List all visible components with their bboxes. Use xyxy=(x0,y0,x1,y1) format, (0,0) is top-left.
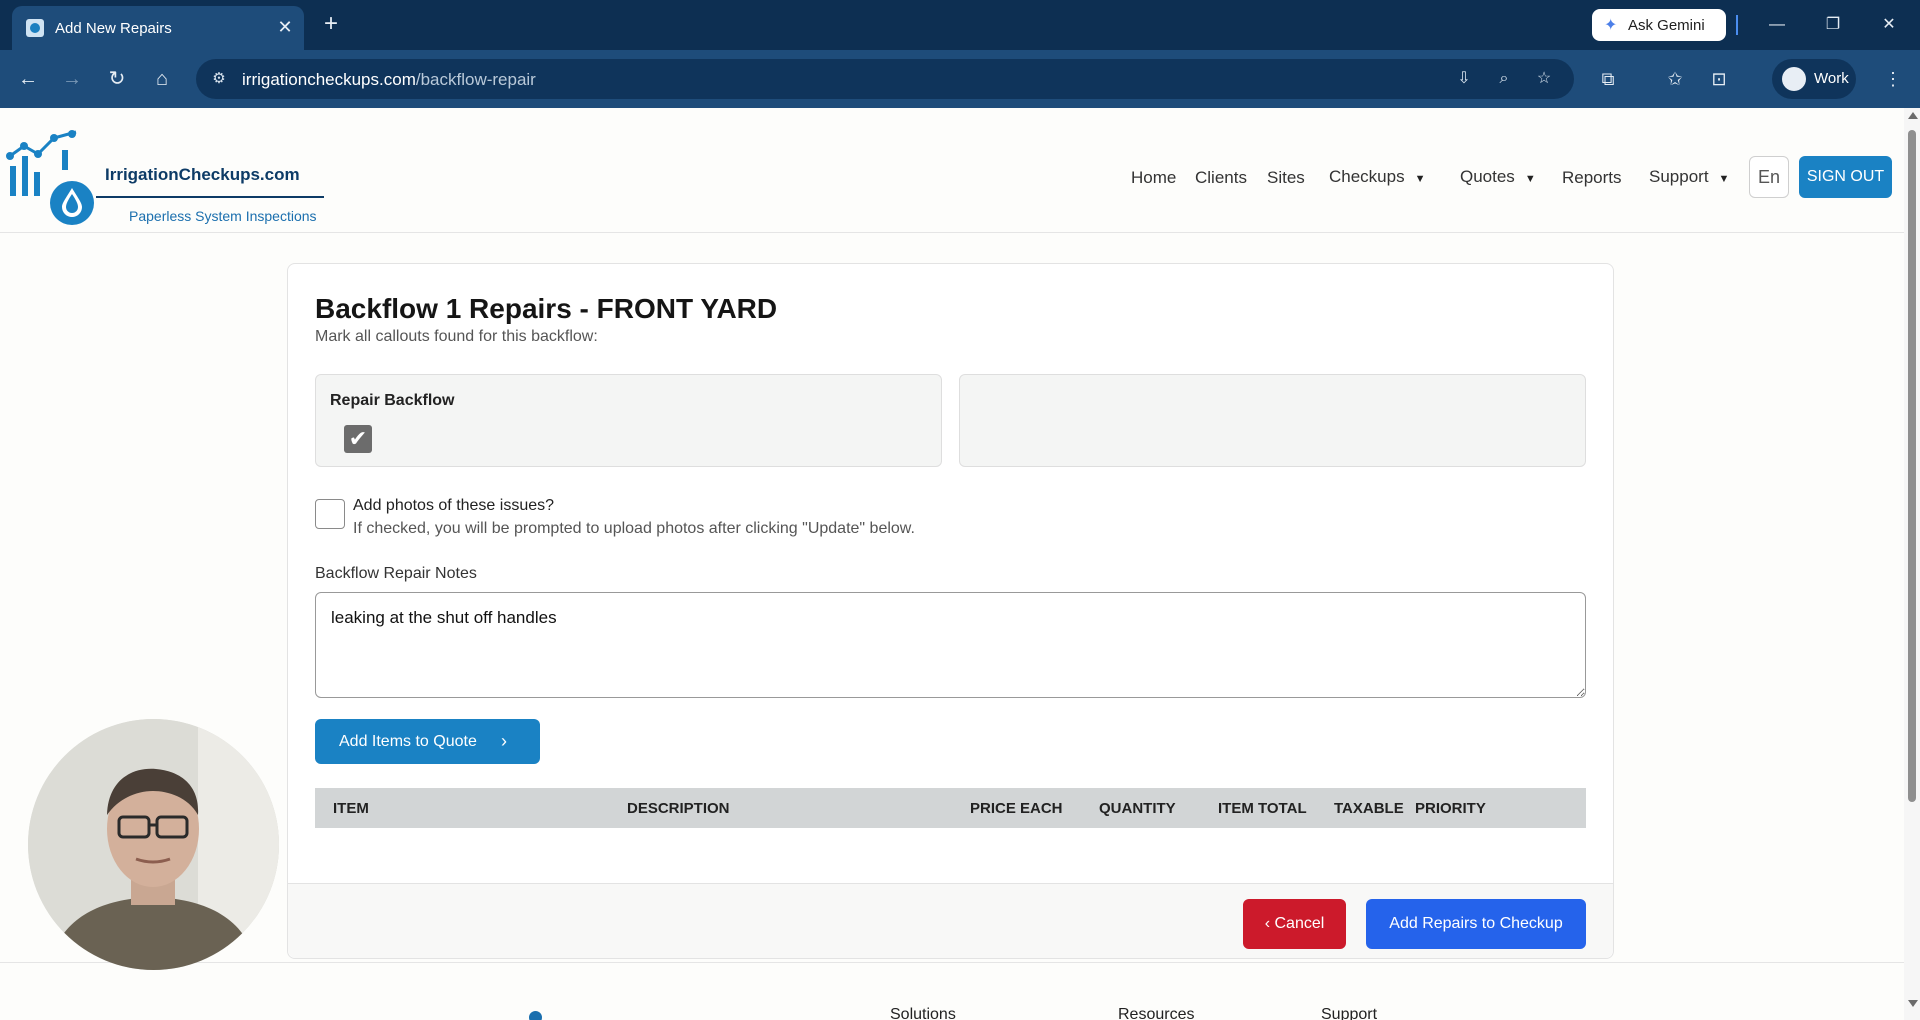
ask-gemini-label: Ask Gemini xyxy=(1628,17,1705,34)
nav-support[interactable]: Support ▼ xyxy=(1649,167,1729,187)
footer-logo-icon xyxy=(529,1011,542,1020)
column-header-quantity: QUANTITY xyxy=(1099,800,1176,817)
chevron-down-icon: ▼ xyxy=(1524,173,1536,185)
column-header-description: DESCRIPTION xyxy=(627,800,730,817)
nav-home[interactable]: Home xyxy=(1131,168,1176,188)
add-repairs-to-checkup-button[interactable]: Add Repairs to Checkup xyxy=(1366,899,1586,949)
checkmark-icon[interactable]: ✔ xyxy=(344,425,372,453)
add-photos-checkbox[interactable] xyxy=(315,499,345,529)
reload-icon[interactable]: ↻ xyxy=(102,64,132,94)
address-bar[interactable]: ⚙ irrigationcheckups.com/backflow-repair… xyxy=(196,59,1574,99)
nav-clients[interactable]: Clients xyxy=(1195,168,1247,188)
install-app-icon[interactable]: ⇩ xyxy=(1453,68,1475,90)
browser-menu-icon[interactable]: ⋮ xyxy=(1878,64,1908,94)
column-header-priority: PRIORITY xyxy=(1415,800,1486,817)
sign-out-button[interactable]: SIGN OUT xyxy=(1799,156,1892,198)
tab-title: Add New Repairs xyxy=(55,20,172,37)
page-title: Backflow 1 Repairs - FRONT YARD xyxy=(315,293,778,324)
add-photos-help-text: If checked, you will be prompted to uplo… xyxy=(353,520,915,537)
site-header: IrrigationCheckups.com Paperless System … xyxy=(0,108,1904,233)
footer-heading-support: Support xyxy=(1321,1006,1378,1020)
close-tab-icon[interactable]: ✕ xyxy=(274,16,296,38)
bookmarks-icon[interactable]: ✩ xyxy=(1660,64,1690,94)
new-tab-icon[interactable]: + xyxy=(318,12,344,38)
nav-quotes[interactable]: Quotes ▼ xyxy=(1460,167,1536,187)
tab-bar-divider xyxy=(1736,15,1738,35)
add-items-to-quote-button[interactable]: Add Items to Quote › xyxy=(315,719,540,764)
nav-reports[interactable]: Reports xyxy=(1562,168,1622,188)
add-items-label: Add Items to Quote xyxy=(339,733,477,750)
nav-support-label: Support xyxy=(1649,167,1709,186)
profile-label: Work xyxy=(1814,70,1849,87)
nav-checkups-label: Checkups xyxy=(1329,167,1405,186)
home-icon[interactable]: ⌂ xyxy=(147,64,177,94)
profile-avatar-icon xyxy=(1782,67,1806,91)
repair-notes-label: Backflow Repair Notes xyxy=(315,565,477,582)
chevron-down-icon: ▼ xyxy=(1718,173,1730,185)
column-header-price-each: PRICE EACH xyxy=(970,800,1063,817)
url-path: /backflow-repair xyxy=(415,70,536,89)
column-header-item: ITEM xyxy=(333,800,369,817)
page-scrollbar[interactable] xyxy=(1904,108,1920,1020)
footer-heading-solutions: Solutions xyxy=(890,1006,956,1020)
column-header-taxable: TAXABLE xyxy=(1334,800,1404,817)
footer-heading-resources: Resources xyxy=(1118,1006,1195,1020)
page-subtitle: Mark all callouts found for this backflo… xyxy=(315,328,598,345)
nav-sites[interactable]: Sites xyxy=(1267,168,1305,188)
back-icon[interactable]: ← xyxy=(13,64,43,94)
bookmark-star-icon[interactable]: ☆ xyxy=(1533,68,1555,90)
gemini-sparkle-icon: ✦ xyxy=(1604,17,1618,34)
nav-checkups[interactable]: Checkups ▼ xyxy=(1329,167,1426,187)
callout-repair-backflow[interactable]: Repair Backflow ✔ xyxy=(315,374,942,467)
presenter-video-image xyxy=(28,719,279,970)
callout-label: Repair Backflow xyxy=(330,392,455,409)
site-info-icon[interactable]: ⚙ xyxy=(208,68,230,90)
repairs-form-card: Backflow 1 Repairs - FRONT YARD Mark all… xyxy=(287,263,1614,959)
language-button[interactable]: En xyxy=(1749,156,1789,198)
add-photos-label: Add photos of these issues? xyxy=(353,497,555,514)
footer-divider xyxy=(0,962,1904,963)
callout-empty-slot xyxy=(959,374,1586,467)
logo-name: IrrigationCheckups.com xyxy=(105,165,300,184)
browser-tab-bar: Add New Repairs ✕ + ✦ Ask Gemini — ❐ ✕ xyxy=(0,0,1920,50)
card-footer: ‹ Cancel Add Repairs to Checkup xyxy=(288,883,1613,958)
cancel-label: Cancel xyxy=(1274,915,1325,932)
browser-toolbar: ← → ↻ ⌂ ⚙ irrigationcheckups.com/backflo… xyxy=(0,50,1920,108)
cancel-button[interactable]: ‹ Cancel xyxy=(1243,899,1346,949)
logo-tagline: Paperless System Inspections xyxy=(129,208,317,224)
chevron-left-icon: ‹ xyxy=(1264,915,1271,932)
restore-icon[interactable]: ❐ xyxy=(1818,10,1848,40)
url-host: irrigationcheckups.com xyxy=(242,70,416,89)
scrollbar-thumb[interactable] xyxy=(1908,130,1916,802)
browser-tab-active[interactable]: Add New Repairs ✕ xyxy=(12,6,304,50)
quote-items-table-header: ITEM DESCRIPTION PRICE EACH QUANTITY ITE… xyxy=(315,788,1586,828)
chevron-right-icon: › xyxy=(501,731,507,751)
ask-gemini-button[interactable]: ✦ Ask Gemini xyxy=(1592,9,1726,41)
forward-icon[interactable]: → xyxy=(57,64,87,94)
scroll-down-icon[interactable] xyxy=(1908,1000,1918,1007)
scroll-up-icon[interactable] xyxy=(1908,112,1918,119)
site-favicon-icon xyxy=(26,19,44,37)
nav-quotes-label: Quotes xyxy=(1460,167,1515,186)
logo-chart-drop-icon xyxy=(6,130,94,225)
site-logo[interactable]: IrrigationCheckups.com Paperless System … xyxy=(4,128,334,228)
window-close-icon[interactable]: ✕ xyxy=(1874,10,1904,40)
repair-notes-textarea[interactable]: leaking at the shut off handles xyxy=(315,592,1586,698)
chevron-down-icon: ▼ xyxy=(1414,173,1426,185)
extensions-icon[interactable]: ⧉ xyxy=(1593,64,1623,94)
presenter-webcam-overlay xyxy=(28,719,279,970)
zoom-icon[interactable]: ⌕ xyxy=(1493,68,1515,90)
tab-search-icon[interactable]: ⊡ xyxy=(1704,64,1734,94)
profile-button[interactable]: Work xyxy=(1772,59,1856,99)
url-text[interactable]: irrigationcheckups.com/backflow-repair xyxy=(242,70,536,90)
column-header-item-total: ITEM TOTAL xyxy=(1218,800,1307,817)
logo-divider xyxy=(96,196,324,198)
minimize-icon[interactable]: — xyxy=(1762,10,1792,40)
